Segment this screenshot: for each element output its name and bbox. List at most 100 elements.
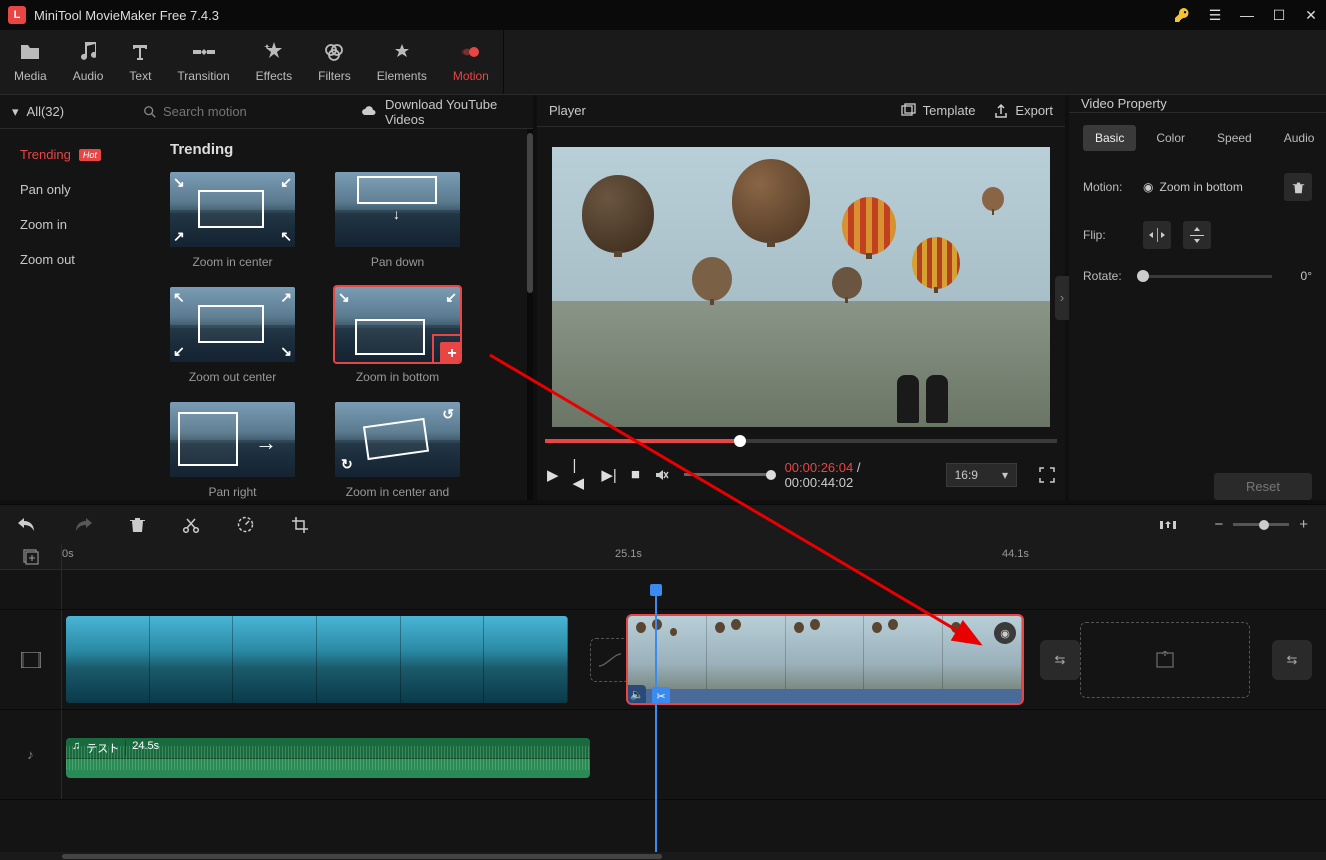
transition-slot-1[interactable] xyxy=(590,638,630,682)
timeline-clip-2[interactable]: 🔈 ◉ ✂ xyxy=(628,616,1022,703)
flip-vertical-button[interactable] xyxy=(1183,221,1211,249)
rotate-value: 0° xyxy=(1284,269,1312,283)
video-track-icon xyxy=(0,610,62,709)
search-motion[interactable] xyxy=(135,104,347,119)
fullscreen-button[interactable] xyxy=(1039,467,1055,483)
motion-thumb-zoom-out-center[interactable]: ↖↗↙↘Zoom out center xyxy=(170,287,295,384)
ruler-tick: 44.1s xyxy=(1002,548,1029,560)
motion-icon xyxy=(462,41,480,63)
properties-panel: › Video Property BasicColorSpeedAudio Mo… xyxy=(1069,95,1326,500)
reset-button[interactable]: Reset xyxy=(1214,473,1312,500)
category-zoom-in[interactable]: Zoom in xyxy=(0,209,150,240)
filters-icon xyxy=(324,41,344,63)
redo-button[interactable] xyxy=(74,518,92,532)
template-icon xyxy=(901,103,917,119)
speed-button[interactable] xyxy=(237,516,254,533)
crop-button[interactable] xyxy=(292,517,308,533)
grid-section-title: Trending xyxy=(170,141,507,158)
template-button[interactable]: Template xyxy=(901,103,976,119)
motion-thumb-zoom-in-center-and[interactable]: ↺↻Zoom in center and xyxy=(335,402,460,499)
category-trending[interactable]: TrendingHot xyxy=(0,139,150,170)
stop-button[interactable]: ■ xyxy=(631,466,640,483)
tab-media[interactable]: Media xyxy=(10,34,51,90)
cloud-download-icon xyxy=(361,105,377,118)
timeline-clip-1[interactable] xyxy=(66,616,568,703)
mute-button[interactable] xyxy=(654,467,670,483)
prop-tab-speed[interactable]: Speed xyxy=(1205,125,1264,151)
app-title: MiniTool MovieMaker Free 7.4.3 xyxy=(34,8,1174,23)
hamburger-menu-icon[interactable]: ☰ xyxy=(1208,7,1222,24)
transition-slot-2[interactable]: ⇆ xyxy=(1040,640,1080,680)
split-button[interactable] xyxy=(183,517,199,533)
tab-motion[interactable]: Motion xyxy=(449,34,493,90)
motion-thumb-pan-down[interactable]: ↓Pan down xyxy=(335,172,460,269)
transition-icon xyxy=(193,41,215,63)
effects-icon xyxy=(264,41,284,63)
tab-audio[interactable]: Audio xyxy=(69,34,108,90)
motion-thumb-zoom-in-bottom[interactable]: ↘↙+↖Zoom in bottom xyxy=(335,287,460,384)
download-youtube-button[interactable]: Download YouTube Videos xyxy=(347,97,533,127)
transition-slot-3[interactable]: ⇆ xyxy=(1272,640,1312,680)
add-track-icon[interactable] xyxy=(23,549,39,565)
tab-transition[interactable]: Transition xyxy=(173,34,233,90)
aspect-ratio-select[interactable]: 16:9▾ xyxy=(946,463,1017,487)
add-motion-button[interactable]: + xyxy=(440,342,460,362)
motion-value: Zoom in bottom xyxy=(1159,180,1242,194)
prop-tab-color[interactable]: Color xyxy=(1144,125,1197,151)
prop-tab-basic[interactable]: Basic xyxy=(1083,125,1136,151)
zoom-out-button[interactable]: − xyxy=(1214,516,1223,533)
flip-horizontal-button[interactable] xyxy=(1143,221,1171,249)
add-clip-dropzone[interactable] xyxy=(1080,622,1250,698)
search-icon xyxy=(143,105,157,119)
flip-label: Flip: xyxy=(1083,228,1131,242)
library-scrollbar[interactable] xyxy=(527,129,533,500)
library-panel: ▾ All(32) Download YouTube Videos Trendi… xyxy=(0,95,533,500)
timeline-toolbar: − + xyxy=(0,504,1326,544)
category-zoom-out[interactable]: Zoom out xyxy=(0,244,150,275)
text-icon xyxy=(131,41,149,63)
timeline-ruler[interactable]: 0s 25.1s 44.1s xyxy=(0,544,1326,570)
volume-slider[interactable] xyxy=(684,473,771,476)
auto-fit-button[interactable] xyxy=(1160,518,1176,532)
minimize-button[interactable]: — xyxy=(1240,7,1254,23)
main-toolbar: Media Audio Text Transition Effects Filters El… xyxy=(0,30,1326,95)
timeline-horizontal-scrollbar[interactable] xyxy=(0,852,1326,860)
export-button[interactable]: Export xyxy=(993,103,1053,119)
tab-effects[interactable]: Effects xyxy=(252,34,296,90)
library-all-dropdown[interactable]: ▾ All(32) xyxy=(0,104,135,120)
tab-text[interactable]: Text xyxy=(125,34,155,90)
next-frame-button[interactable]: ▶| xyxy=(601,466,616,484)
chevron-down-icon: ▾ xyxy=(1002,468,1008,482)
delete-motion-button[interactable] xyxy=(1284,173,1312,201)
motion-thumb-pan-right[interactable]: →Pan right xyxy=(170,402,295,499)
maximize-button[interactable]: ☐ xyxy=(1272,7,1286,24)
tab-elements[interactable]: Elements xyxy=(373,34,431,90)
motion-grid: Trending ↘↙↗↖Zoom in center ↓Pan down ↖↗↙↘… xyxy=(150,129,527,500)
play-button[interactable]: ▶ xyxy=(547,466,559,484)
motion-thumb-zoom-in-center[interactable]: ↘↙↗↖Zoom in center xyxy=(170,172,295,269)
playback-progress[interactable] xyxy=(545,439,1057,443)
clip-motion-badge: ◉ xyxy=(994,622,1016,644)
license-key-icon[interactable] xyxy=(1174,7,1190,23)
motion-label: Motion: xyxy=(1083,180,1131,194)
audio-track-icon: ♪ xyxy=(0,710,62,799)
video-preview[interactable] xyxy=(552,147,1050,427)
undo-button[interactable] xyxy=(18,518,36,532)
collapse-panel-button[interactable]: › xyxy=(1055,276,1069,320)
rotate-slider[interactable] xyxy=(1143,275,1272,278)
elements-icon xyxy=(393,41,411,63)
tab-filters[interactable]: Filters xyxy=(314,34,355,90)
player-label: Player xyxy=(549,103,586,118)
playback-time: 00:00:26:04 / 00:00:44:02 xyxy=(785,460,922,490)
playhead[interactable] xyxy=(655,596,657,852)
timeline-audio-clip[interactable]: ♫ テスト 24.5s xyxy=(66,738,590,778)
prop-tab-audio[interactable]: Audio xyxy=(1272,125,1326,151)
category-pan-only[interactable]: Pan only xyxy=(0,174,150,205)
rotate-label: Rotate: xyxy=(1083,269,1131,283)
close-button[interactable]: ✕ xyxy=(1304,7,1318,24)
prev-frame-button[interactable]: |◀ xyxy=(573,457,588,492)
zoom-in-button[interactable]: + xyxy=(1299,516,1308,533)
delete-button[interactable] xyxy=(130,517,145,533)
search-input[interactable] xyxy=(163,104,339,119)
zoom-slider[interactable] xyxy=(1233,523,1289,526)
